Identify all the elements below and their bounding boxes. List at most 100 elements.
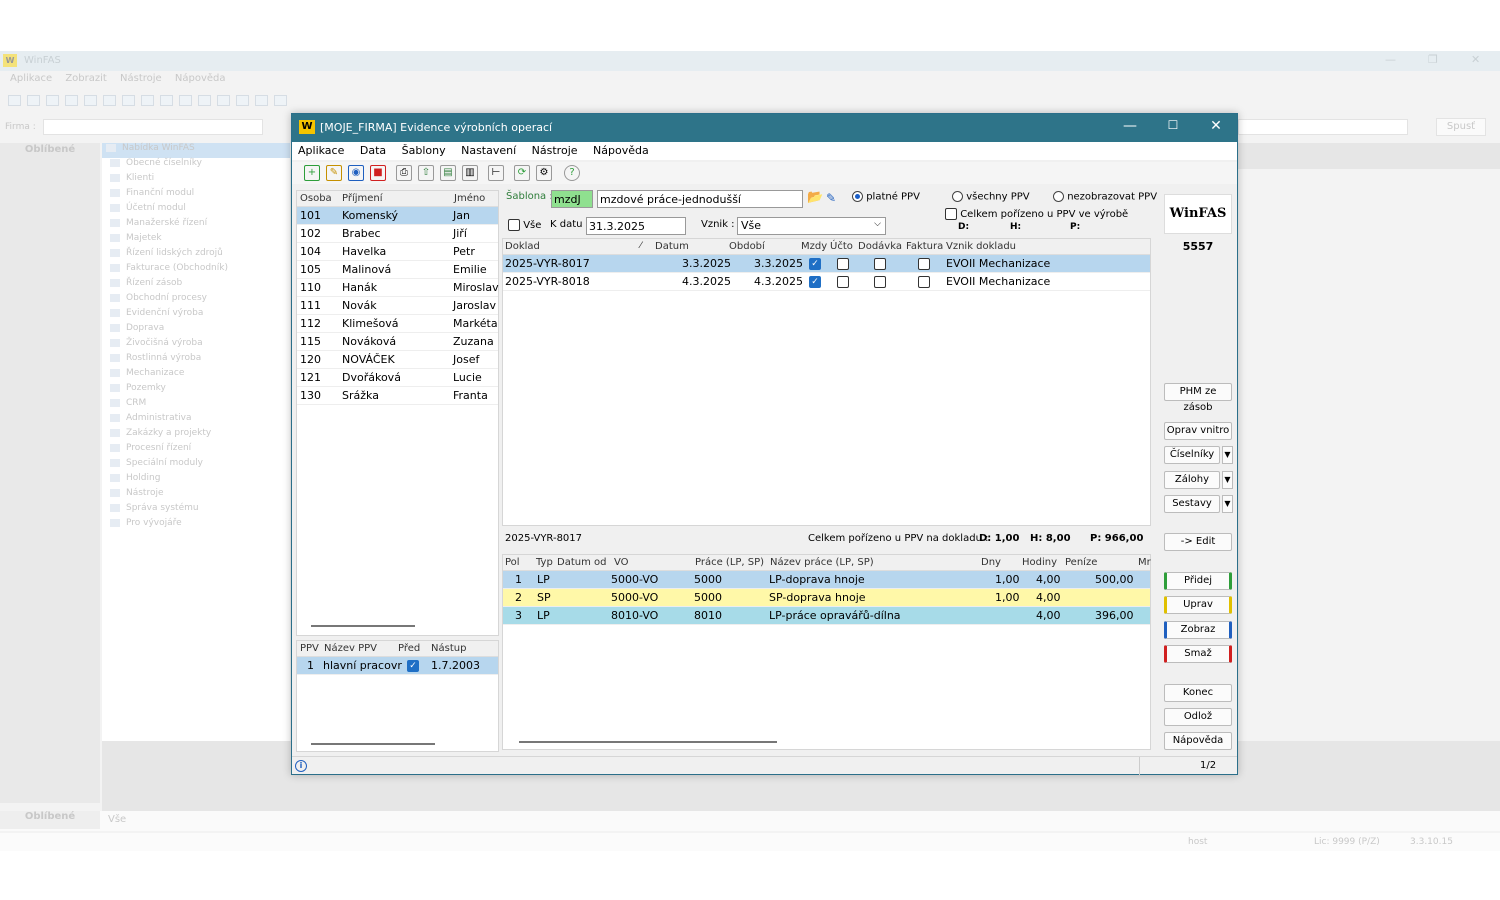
- bg-tree-item[interactable]: Manažerské řízení: [102, 218, 290, 233]
- bg-tab-favorites[interactable]: Oblíbené: [0, 811, 100, 829]
- col-mzdy[interactable]: Mzdy: [801, 241, 827, 252]
- bg-search-input[interactable]: [1238, 119, 1408, 135]
- bg-tree-item[interactable]: Evidenční výroba: [102, 308, 290, 323]
- person-row[interactable]: 115 Nováková Zuzana: [297, 333, 498, 351]
- oprav-vnitro-button[interactable]: Oprav vnitro: [1164, 422, 1232, 440]
- person-row[interactable]: 105 Malinová Emilie: [297, 261, 498, 279]
- col-prijmeni[interactable]: Příjmení: [342, 193, 383, 204]
- ciselniky-dropdown-icon[interactable]: ▼: [1222, 446, 1233, 464]
- item-row[interactable]: 1 LP 5000-VO 5000 LP-doprava hnoje 1,00 …: [503, 571, 1150, 589]
- phm-button[interactable]: PHM ze zásob: [1164, 383, 1232, 413]
- bg-tree-item[interactable]: Majetek: [102, 233, 290, 248]
- konec-button[interactable]: Konec: [1164, 684, 1232, 702]
- person-row[interactable]: 101 Komenský Jan: [297, 207, 498, 225]
- vse-box[interactable]: [508, 219, 520, 231]
- export-icon[interactable]: ⇧: [418, 165, 434, 181]
- view-icon[interactable]: ◉: [348, 165, 364, 181]
- col-nazev-prace[interactable]: Název práce (LP, SP): [770, 557, 874, 568]
- col-nazev-ppv[interactable]: Název PPV: [324, 643, 377, 654]
- col-nastup[interactable]: Nástup: [431, 643, 466, 654]
- excel-icon[interactable]: ▤: [440, 165, 456, 181]
- bg-tree-item[interactable]: Nabídka WinFAS: [102, 143, 290, 158]
- vznik-select[interactable]: Vše ⌵: [737, 217, 886, 235]
- person-row[interactable]: 121 Dvořáková Lucie: [297, 369, 498, 387]
- bg-tree-item[interactable]: Obecné číselníky: [102, 158, 290, 173]
- radio-platne-dot[interactable]: [852, 191, 863, 202]
- bg-tree-item[interactable]: Nástroje: [102, 488, 290, 503]
- zalohy-button[interactable]: Zálohy: [1164, 471, 1220, 489]
- radio-platne[interactable]: platné PPV: [852, 191, 920, 203]
- person-row[interactable]: 110 Hanák Miroslav: [297, 279, 499, 297]
- bg-tree-item[interactable]: Správa systému: [102, 503, 290, 518]
- odloz-button[interactable]: Odlož: [1164, 708, 1232, 726]
- col-datum-od[interactable]: Datum od: [557, 557, 606, 568]
- kdatu-input[interactable]: [586, 217, 686, 235]
- person-row[interactable]: 112 Klimešová Markéta: [297, 315, 498, 333]
- items-scrollbar[interactable]: [519, 741, 777, 743]
- close-icon[interactable]: ✕: [1201, 118, 1231, 134]
- ucto-checkbox[interactable]: [837, 276, 849, 288]
- col-obdobi[interactable]: Období: [729, 241, 765, 252]
- bg-tree-item[interactable]: Řízení zásob: [102, 278, 290, 293]
- col-typ[interactable]: Typ: [536, 557, 553, 568]
- bg-menu-napoveda[interactable]: Nápověda: [175, 73, 226, 84]
- col-datum[interactable]: Datum: [655, 241, 689, 252]
- bg-tree-item[interactable]: Zakázky a projekty: [102, 428, 290, 443]
- bg-tree-item[interactable]: Holding: [102, 473, 290, 488]
- person-row[interactable]: 104 Havelka Petr: [297, 243, 498, 261]
- mzdy-checkbox[interactable]: ✓: [809, 258, 821, 270]
- settings-icon[interactable]: ⚙: [536, 165, 552, 181]
- sablona-code-input[interactable]: [551, 190, 593, 208]
- col-ucto[interactable]: Účto: [830, 241, 853, 252]
- col-vznik[interactable]: Vznik dokladu: [946, 241, 1016, 252]
- menu-nastroje[interactable]: Nástroje: [532, 142, 578, 160]
- ppv-scrollbar[interactable]: [311, 743, 435, 745]
- faktura-checkbox[interactable]: [918, 276, 930, 288]
- bg-tree-item[interactable]: Živočišná výroba: [102, 338, 290, 353]
- bg-tree-item[interactable]: Rostlinná výroba: [102, 353, 290, 368]
- zalohy-dropdown-icon[interactable]: ▼: [1222, 471, 1233, 489]
- help-icon[interactable]: ?: [564, 165, 580, 181]
- uprav-button[interactable]: Uprav: [1164, 596, 1232, 614]
- col-pol[interactable]: Pol: [505, 557, 520, 568]
- bg-menu-zobrazit[interactable]: Zobrazit: [65, 73, 107, 84]
- radio-nezobrazovat[interactable]: nezobrazovat PPV: [1053, 191, 1157, 203]
- col-dodavka[interactable]: Dodávka: [858, 241, 902, 252]
- delete-icon[interactable]: ■: [370, 165, 386, 181]
- col-dny[interactable]: Dny: [981, 557, 1001, 568]
- person-row[interactable]: 120 NOVÁČEK Josef: [297, 351, 498, 369]
- persons-scrollbar[interactable]: [311, 625, 415, 627]
- ciselniky-button[interactable]: Číselníky: [1164, 446, 1220, 464]
- edit-button[interactable]: -> Edit: [1164, 533, 1232, 551]
- col-faktura[interactable]: Faktura: [906, 241, 943, 252]
- bg-tree-item[interactable]: Obchodní procesy: [102, 293, 290, 308]
- mzdy-checkbox[interactable]: ✓: [809, 276, 821, 288]
- dodavka-checkbox[interactable]: [874, 276, 886, 288]
- info-icon[interactable]: i: [295, 760, 307, 772]
- item-row[interactable]: 3 LP 8010-VO 8010 LP-práce opravářů-díln…: [503, 607, 1150, 625]
- bg-minimize-icon[interactable]: —: [1385, 53, 1396, 66]
- item-row[interactable]: 2 SP 5000-VO 5000 SP-doprava hnoje 1,00 …: [503, 589, 1150, 607]
- bg-firma-input[interactable]: [43, 119, 263, 135]
- menu-sablony[interactable]: Šablony: [402, 142, 446, 160]
- celkem-ppv-box[interactable]: [945, 208, 957, 220]
- pridej-button[interactable]: Přidej: [1164, 572, 1232, 590]
- menu-napoveda[interactable]: Nápověda: [593, 142, 649, 160]
- col-vo[interactable]: VO: [614, 557, 629, 568]
- celkem-ppv-checkbox[interactable]: Celkem pořízeno u PPV ve výrobě: [945, 208, 1128, 220]
- zobraz-button[interactable]: Zobraz: [1164, 621, 1232, 639]
- col-mr[interactable]: Mr: [1138, 557, 1151, 568]
- bg-tree-item[interactable]: Speciální moduly: [102, 458, 290, 473]
- ppv-row[interactable]: 1 hlavní pracovr ✓ 1.7.2003: [297, 657, 498, 675]
- col-hodiny[interactable]: Hodiny: [1022, 557, 1057, 568]
- radio-vsechny[interactable]: všechny PPV: [952, 191, 1030, 203]
- col-prace[interactable]: Práce (LP, SP): [695, 557, 764, 568]
- menu-nastaveni[interactable]: Nastavení: [461, 142, 516, 160]
- bg-restore-icon[interactable]: ❐: [1428, 53, 1438, 66]
- report-icon[interactable]: ▥: [462, 165, 478, 181]
- faktura-checkbox[interactable]: [918, 258, 930, 270]
- refresh-icon[interactable]: ⟳: [514, 165, 530, 181]
- col-jmeno[interactable]: Jméno: [454, 193, 485, 204]
- bg-tree-item[interactable]: Řízení lidských zdrojů: [102, 248, 290, 263]
- sestavy-dropdown-icon[interactable]: ▼: [1222, 495, 1233, 513]
